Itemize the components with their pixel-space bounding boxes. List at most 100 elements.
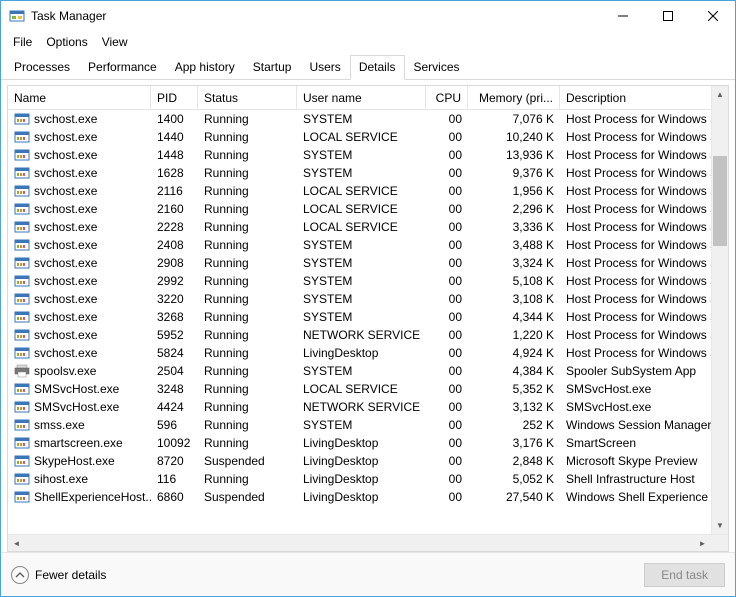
process-name: svchost.exe <box>34 112 97 126</box>
process-name: ShellExperienceHost.... <box>34 490 151 504</box>
scroll-up-icon[interactable]: ▲ <box>712 86 728 103</box>
cell-user: LivingDesktop <box>297 344 426 362</box>
cell-name: svchost.exe <box>8 128 151 146</box>
col-description[interactable]: Description <box>560 86 728 109</box>
cell-description: Windows Session Manager <box>560 416 711 434</box>
col-name[interactable]: Name <box>8 86 151 109</box>
process-icon <box>14 399 30 415</box>
close-button[interactable] <box>690 1 735 31</box>
cell-description: Windows Shell Experience Hos <box>560 488 711 506</box>
horizontal-scrollbar[interactable]: ◄ ► <box>8 534 728 551</box>
minimize-button[interactable] <box>600 1 645 31</box>
table-row[interactable]: svchost.exe1440RunningLOCAL SERVICE0010,… <box>8 128 711 146</box>
table-row[interactable]: svchost.exe3220RunningSYSTEM003,108 KHos… <box>8 290 711 308</box>
tab-processes[interactable]: Processes <box>5 55 79 80</box>
vertical-scrollbar[interactable]: ▲ ▼ <box>711 86 728 534</box>
tab-startup[interactable]: Startup <box>244 55 301 80</box>
cell-name: svchost.exe <box>8 146 151 164</box>
scroll-down-icon[interactable]: ▼ <box>712 517 728 534</box>
menu-options[interactable]: Options <box>40 33 93 51</box>
cell-cpu: 00 <box>426 128 468 146</box>
footer: Fewer details End task <box>1 552 735 596</box>
col-status[interactable]: Status <box>198 86 297 109</box>
cell-description: Host Process for Windows Serv <box>560 200 711 218</box>
table-row[interactable]: svchost.exe2908RunningSYSTEM003,324 KHos… <box>8 254 711 272</box>
process-icon <box>14 255 30 271</box>
cell-memory: 5,352 K <box>468 380 560 398</box>
table-row[interactable]: svchost.exe2228RunningLOCAL SERVICE003,3… <box>8 218 711 236</box>
table-row[interactable]: svchost.exe2408RunningSYSTEM003,488 KHos… <box>8 236 711 254</box>
cell-user: NETWORK SERVICE <box>297 326 426 344</box>
col-memory[interactable]: Memory (pri... <box>468 86 560 109</box>
tab-users[interactable]: Users <box>300 55 349 80</box>
process-name: svchost.exe <box>34 166 97 180</box>
process-name: svchost.exe <box>34 274 97 288</box>
cell-cpu: 00 <box>426 200 468 218</box>
table-row[interactable]: SMSvcHost.exe4424RunningNETWORK SERVICE0… <box>8 398 711 416</box>
table-row[interactable]: SkypeHost.exe8720SuspendedLivingDesktop0… <box>8 452 711 470</box>
cell-status: Running <box>198 326 297 344</box>
process-name: smss.exe <box>34 418 85 432</box>
cell-cpu: 00 <box>426 488 468 506</box>
cell-pid: 5952 <box>151 326 198 344</box>
scroll-thumb[interactable] <box>713 156 727 246</box>
cell-name: svchost.exe <box>8 218 151 236</box>
table-row[interactable]: svchost.exe5952RunningNETWORK SERVICE001… <box>8 326 711 344</box>
scroll-right-icon[interactable]: ► <box>694 535 711 551</box>
process-icon <box>14 219 30 235</box>
process-icon <box>14 453 30 469</box>
tab-services[interactable]: Services <box>405 55 469 80</box>
table-row[interactable]: svchost.exe1448RunningSYSTEM0013,936 KHo… <box>8 146 711 164</box>
process-icon <box>14 111 30 127</box>
table-row[interactable]: smss.exe596RunningSYSTEM00252 KWindows S… <box>8 416 711 434</box>
cell-status: Running <box>198 128 297 146</box>
col-user[interactable]: User name <box>297 86 426 109</box>
cell-cpu: 00 <box>426 380 468 398</box>
table-row[interactable]: svchost.exe1400RunningSYSTEM007,076 KHos… <box>8 110 711 128</box>
cell-memory: 10,240 K <box>468 128 560 146</box>
cell-memory: 3,324 K <box>468 254 560 272</box>
tab-details[interactable]: Details <box>350 55 405 80</box>
table-row[interactable]: svchost.exe3268RunningSYSTEM004,344 KHos… <box>8 308 711 326</box>
cell-user: LivingDesktop <box>297 488 426 506</box>
cell-cpu: 00 <box>426 308 468 326</box>
cell-memory: 252 K <box>468 416 560 434</box>
tab-app-history[interactable]: App history <box>166 55 244 80</box>
table-row[interactable]: svchost.exe2992RunningSYSTEM005,108 KHos… <box>8 272 711 290</box>
process-icon <box>14 291 30 307</box>
scroll-left-icon[interactable]: ◄ <box>8 535 25 551</box>
menu-view[interactable]: View <box>96 33 134 51</box>
end-task-button[interactable]: End task <box>644 563 725 587</box>
cell-cpu: 00 <box>426 272 468 290</box>
table-row[interactable]: SMSvcHost.exe3248RunningLOCAL SERVICE005… <box>8 380 711 398</box>
fewer-details-button[interactable]: Fewer details <box>11 566 106 584</box>
col-cpu[interactable]: CPU <box>426 86 468 109</box>
table-row[interactable]: ShellExperienceHost....6860SuspendedLivi… <box>8 488 711 506</box>
table-row[interactable]: svchost.exe1628RunningSYSTEM009,376 KHos… <box>8 164 711 182</box>
maximize-button[interactable] <box>645 1 690 31</box>
cell-status: Running <box>198 416 297 434</box>
cell-description: Host Process for Windows Serv <box>560 272 711 290</box>
titlebar[interactable]: Task Manager <box>1 1 735 31</box>
cell-cpu: 00 <box>426 344 468 362</box>
cell-name: svchost.exe <box>8 326 151 344</box>
cell-description: Shell Infrastructure Host <box>560 470 711 488</box>
cell-description: Host Process for Windows Serv <box>560 308 711 326</box>
cell-name: svchost.exe <box>8 290 151 308</box>
cell-status: Running <box>198 470 297 488</box>
process-icon <box>14 309 30 325</box>
table-row[interactable]: spoolsv.exe2504RunningSYSTEM004,384 KSpo… <box>8 362 711 380</box>
table-row[interactable]: svchost.exe2116RunningLOCAL SERVICE001,9… <box>8 182 711 200</box>
cell-memory: 3,108 K <box>468 290 560 308</box>
table-row[interactable]: svchost.exe2160RunningLOCAL SERVICE002,2… <box>8 200 711 218</box>
table-row[interactable]: svchost.exe5824RunningLivingDesktop004,9… <box>8 344 711 362</box>
cell-cpu: 00 <box>426 470 468 488</box>
tab-performance[interactable]: Performance <box>79 55 166 80</box>
menu-file[interactable]: File <box>7 33 38 51</box>
cell-pid: 2116 <box>151 182 198 200</box>
cell-cpu: 00 <box>426 398 468 416</box>
col-pid[interactable]: PID <box>151 86 198 109</box>
table-row[interactable]: smartscreen.exe10092RunningLivingDesktop… <box>8 434 711 452</box>
table-row[interactable]: sihost.exe116RunningLivingDesktop005,052… <box>8 470 711 488</box>
process-name: sihost.exe <box>34 472 88 486</box>
